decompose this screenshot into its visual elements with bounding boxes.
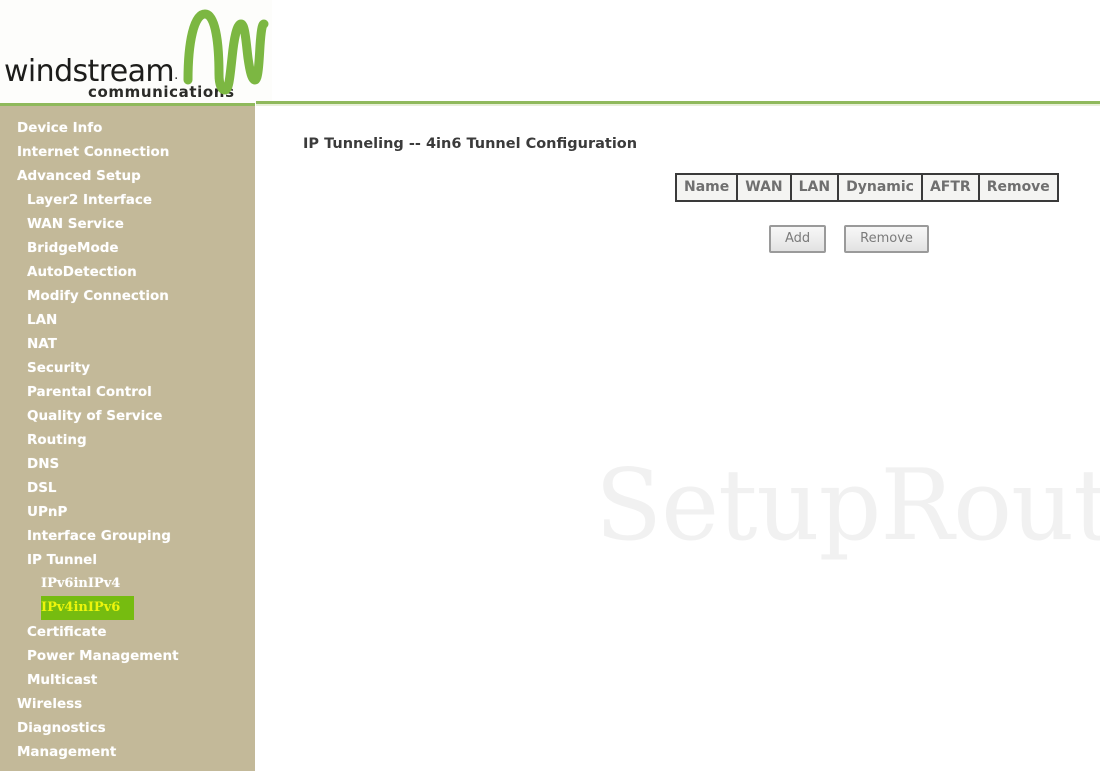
sidebar-item-label: Power Management [27,648,179,664]
sidebar-item-interface-grouping[interactable]: Interface Grouping [0,524,255,548]
sidebar-item-label: Multicast [27,672,98,688]
sidebar-item-power-management[interactable]: Power Management [0,644,255,668]
table-header-aftr: AFTR [920,173,980,202]
tunnel-table-head: Name WAN LAN Dynamic AFTR Remove [674,173,1059,202]
remove-button[interactable]: Remove [844,225,929,253]
main-content: IP Tunneling -- 4in6 Tunnel Configuratio… [255,106,1100,771]
sidebar-item-label: Diagnostics [17,720,106,736]
add-button[interactable]: Add [769,225,827,253]
sidebar-top-spacer [0,106,255,116]
table-header-dynamic: Dynamic [837,173,923,202]
sidebar-item-quality-of-service[interactable]: Quality of Service [0,404,255,428]
sidebar-item-label: BridgeMode [27,240,119,256]
sidebar-item-label: Device Info [17,120,103,136]
sidebar-item-autodetection[interactable]: AutoDetection [0,260,255,284]
sidebar-item-diagnostics[interactable]: Diagnostics [0,716,255,740]
sidebar-item-dsl[interactable]: DSL [0,476,255,500]
sidebar-item-ipv4inipv6[interactable]: IPv4inIPv6 [0,596,255,620]
sidebar-item-label: Interface Grouping [27,528,171,544]
sidebar-item-nat[interactable]: NAT [0,332,255,356]
sidebar-item-label: WAN Service [27,216,124,232]
sidebar-item-lan[interactable]: LAN [0,308,255,332]
brand-logo[interactable]: windstream. communications [0,0,272,103]
sidebar-item-bridgemode[interactable]: BridgeMode [0,236,255,260]
sidebar-item-label: UPnP [27,504,68,520]
table-header-lan: LAN [789,173,840,202]
sidebar-item-label: Routing [27,432,87,448]
sidebar-item-multicast[interactable]: Multicast [0,668,255,692]
sidebar-item-label: Layer2 Interface [27,192,153,208]
sidebar-item-label: Internet Connection [17,144,170,160]
sidebar-item-wan-service[interactable]: WAN Service [0,212,255,236]
sidebar-item-label: IP Tunnel [27,552,97,568]
sidebar-item-device-info[interactable]: Device Info [0,116,255,140]
sidebar-item-upnp[interactable]: UPnP [0,500,255,524]
sidebar-item-label: LAN [27,312,58,328]
sidebar-item-label: Certificate [27,624,107,640]
sidebar-item-label: Parental Control [27,384,152,400]
page-title: IP Tunneling -- 4in6 Tunnel Configuratio… [303,136,638,152]
sidebar-item-list: Device Info Internet Connection Advanced S… [0,116,255,764]
sidebar-item-label: IPv6inIPv4 [41,576,121,591]
sidebar-item-dns[interactable]: DNS [0,452,255,476]
sidebar-item-label: DNS [27,456,60,472]
sidebar-item-modify-connection[interactable]: Modify Connection [0,284,255,308]
tunnel-table: Name WAN LAN Dynamic AFTR Remove [674,173,1059,202]
table-action-buttons: Add Remove [769,225,929,253]
sidebar-item-label: IPv4inIPv6 [41,596,135,620]
sidebar-navigation[interactable]: Device Info Internet Connection Advanced S… [0,103,255,771]
table-header-remove: Remove [977,173,1059,202]
sidebar-item-internet-connection[interactable]: Internet Connection [0,140,255,164]
sidebar-item-ipv6inipv4[interactable]: IPv6inIPv4 [0,572,255,596]
sidebar-item-wireless[interactable]: Wireless [0,692,255,716]
sidebar-item-label: Management [17,744,117,760]
sidebar-item-label: Modify Connection [27,288,169,304]
sidebar-item-label: AutoDetection [27,264,137,280]
sidebar-item-parental-control[interactable]: Parental Control [0,380,255,404]
sidebar-item-label: Wireless [17,696,83,712]
table-header-row: Name WAN LAN Dynamic AFTR Remove [674,173,1059,202]
sidebar-item-management[interactable]: Management [0,740,255,764]
sidebar-item-routing[interactable]: Routing [0,428,255,452]
sidebar-item-label: Security [27,360,91,376]
table-header-wan: WAN [736,173,792,202]
sidebar-item-label: DSL [27,480,57,496]
sidebar-item-label: Quality of Service [27,408,163,424]
table-header-name: Name [674,173,739,202]
page-header: windstream. communications [0,0,1100,106]
sidebar-item-advanced-setup[interactable]: Advanced Setup [0,164,255,188]
sidebar-item-ip-tunnel[interactable]: IP Tunnel [0,548,255,572]
site-watermark: SetupRouter.com [595,449,1100,563]
sidebar-item-label: Advanced Setup [17,168,141,184]
sidebar-item-certificate[interactable]: Certificate [0,620,255,644]
sidebar-item-label: NAT [27,336,57,352]
sidebar-item-security[interactable]: Security [0,356,255,380]
tunnel-table-container: Name WAN LAN Dynamic AFTR Remove [674,173,1059,202]
sidebar-item-layer2-interface[interactable]: Layer2 Interface [0,188,255,212]
windstream-wave-w-icon [183,9,269,95]
